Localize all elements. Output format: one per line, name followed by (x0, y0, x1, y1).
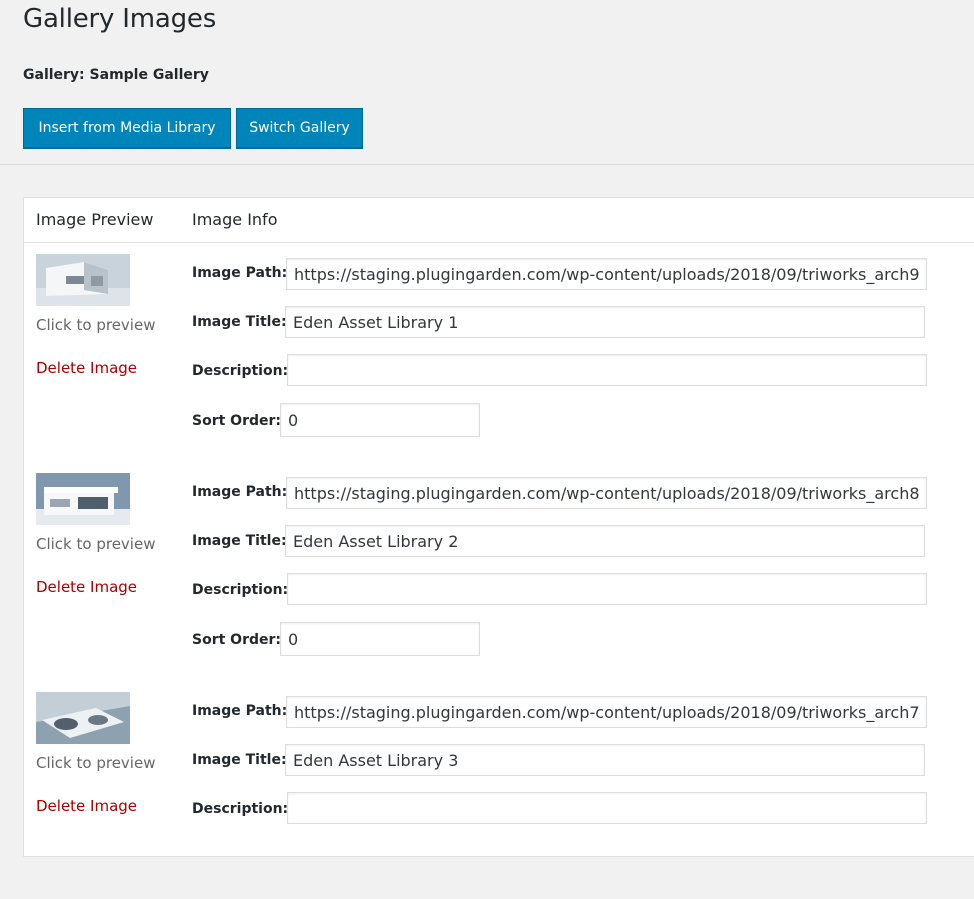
switch-gallery-button[interactable]: Switch Gallery (236, 108, 363, 148)
table-row: Click to preview Delete Image Image Path… (24, 680, 974, 899)
delete-image-link[interactable]: Delete Image (36, 359, 137, 377)
sort-order-input[interactable] (280, 622, 480, 656)
image-thumbnail[interactable] (36, 473, 130, 525)
image-title-input[interactable] (285, 525, 925, 557)
image-title-label: Image Title: (192, 533, 287, 549)
table-row: Click to preview Delete Image Image Path… (24, 242, 974, 461)
image-title-input[interactable] (285, 744, 925, 776)
sort-order-label: Sort Order: (192, 632, 281, 648)
image-path-input[interactable] (286, 696, 927, 728)
description-input[interactable] (287, 573, 927, 605)
image-path-input[interactable] (286, 258, 927, 290)
insert-from-media-library-button[interactable]: Insert from Media Library (23, 108, 231, 148)
section-divider (0, 164, 974, 165)
click-to-preview-link[interactable]: Click to preview (36, 754, 155, 772)
table-row: Click to preview Delete Image Image Path… (24, 461, 974, 680)
image-path-input[interactable] (286, 477, 927, 509)
column-header-image-info: Image Info (192, 210, 278, 229)
description-label: Description: (192, 801, 289, 817)
image-path-label: Image Path: (192, 265, 288, 281)
image-thumbnail[interactable] (36, 254, 130, 306)
image-title-input[interactable] (285, 306, 925, 338)
delete-image-link[interactable]: Delete Image (36, 797, 137, 815)
description-input[interactable] (287, 792, 927, 824)
image-thumbnail[interactable] (36, 692, 130, 744)
gallery-label: Gallery: Sample Gallery (23, 67, 209, 83)
description-label: Description: (192, 582, 289, 598)
click-to-preview-link[interactable]: Click to preview (36, 316, 155, 334)
page-title: Gallery Images (23, 4, 217, 34)
image-title-label: Image Title: (192, 752, 287, 768)
sort-order-label: Sort Order: (192, 413, 281, 429)
column-header-image-preview: Image Preview (36, 210, 154, 229)
description-input[interactable] (287, 354, 927, 386)
image-title-label: Image Title: (192, 314, 287, 330)
click-to-preview-link[interactable]: Click to preview (36, 535, 155, 553)
delete-image-link[interactable]: Delete Image (36, 578, 137, 596)
image-path-label: Image Path: (192, 703, 288, 719)
sort-order-input[interactable] (280, 403, 480, 437)
image-path-label: Image Path: (192, 484, 288, 500)
description-label: Description: (192, 363, 289, 379)
gallery-images-table: Image Preview Image Info Click to previe… (23, 197, 974, 857)
